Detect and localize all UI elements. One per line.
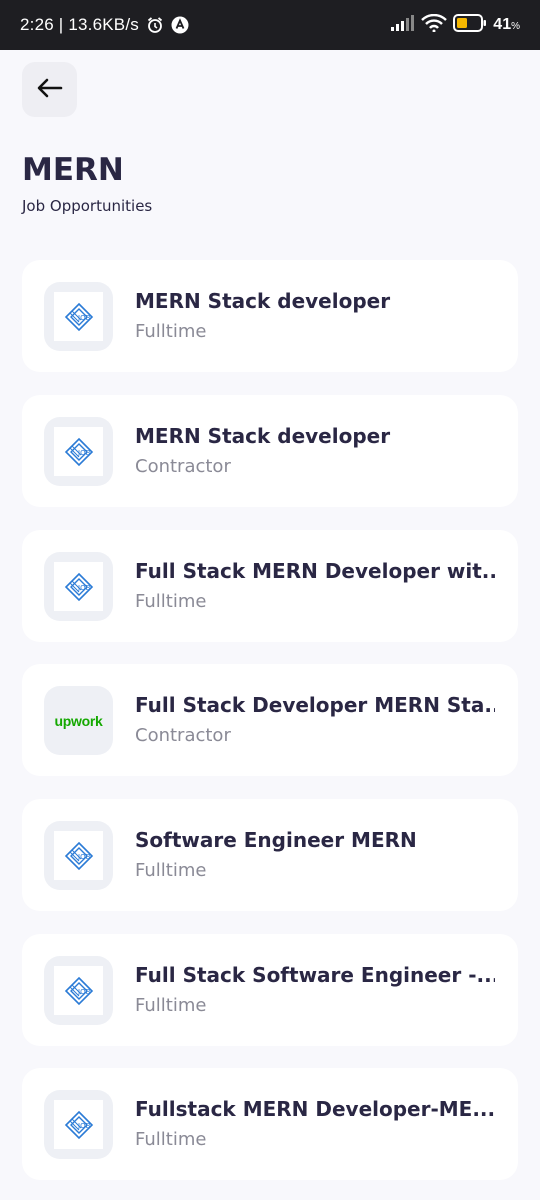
- company-logo: JOB: [44, 282, 113, 351]
- job-type: Fulltime: [135, 591, 207, 612]
- status-left: 2:26 | 13.6KB/s: [20, 0, 189, 50]
- page-subtitle: Job Opportunities: [22, 197, 153, 215]
- svg-text:JOB: JOB: [77, 988, 91, 996]
- job-type: Fulltime: [135, 1129, 207, 1150]
- app-notification-icon: [171, 16, 189, 34]
- job-card[interactable]: JOB Fullstack MERN Developer-ME... Fullt…: [22, 1068, 518, 1180]
- upwork-logo: upwork: [54, 712, 103, 729]
- company-logo: JOB: [44, 956, 113, 1025]
- job-type: Fulltime: [135, 321, 207, 342]
- job-title: Full Stack MERN Developer wit...: [135, 559, 495, 583]
- company-logo: JOB: [44, 1090, 113, 1159]
- job-card[interactable]: JOB Full Stack Software Engineer -... Fu…: [22, 934, 518, 1046]
- job-title: MERN Stack developer: [135, 289, 391, 313]
- job-title: Fullstack MERN Developer-ME...: [135, 1097, 495, 1121]
- wifi-icon: [421, 13, 448, 36]
- job-logo-icon: JOB: [54, 292, 103, 341]
- status-right: 41%: [391, 0, 520, 50]
- job-card[interactable]: JOB Software Engineer MERN Fulltime: [22, 799, 518, 911]
- job-type: Contractor: [135, 456, 231, 477]
- company-logo: JOB: [44, 552, 113, 621]
- job-card[interactable]: JOB MERN Stack developer Fulltime: [22, 260, 518, 372]
- job-logo-icon: JOB: [54, 562, 103, 611]
- svg-text:JOB: JOB: [77, 584, 91, 592]
- battery-percent: 41%: [493, 16, 520, 33]
- job-title: Full Stack Developer MERN Sta...: [135, 693, 495, 717]
- job-logo-icon: JOB: [54, 831, 103, 880]
- arrow-left-icon: [37, 78, 63, 102]
- svg-text:JOB: JOB: [77, 1122, 91, 1130]
- job-logo-icon: JOB: [54, 1100, 103, 1149]
- job-type: Fulltime: [135, 860, 207, 881]
- job-card[interactable]: JOB Full Stack MERN Developer wit... Ful…: [22, 530, 518, 642]
- svg-text:JOB: JOB: [77, 449, 91, 457]
- job-card[interactable]: JOB MERN Stack developer Contractor: [22, 395, 518, 507]
- job-title: Software Engineer MERN: [135, 828, 417, 852]
- svg-text:JOB: JOB: [77, 853, 91, 861]
- svg-text:JOB: JOB: [77, 314, 91, 322]
- job-type: Fulltime: [135, 995, 207, 1016]
- job-type: Contractor: [135, 725, 231, 746]
- job-logo-icon: JOB: [54, 966, 103, 1015]
- company-logo: upwork: [44, 686, 113, 755]
- job-title: Full Stack Software Engineer -...: [135, 963, 495, 987]
- status-bar: 2:26 | 13.6KB/s 41%: [0, 0, 540, 50]
- job-card[interactable]: upwork Full Stack Developer MERN Sta... …: [22, 664, 518, 776]
- signal-icon: [391, 15, 415, 35]
- status-time-speed: 2:26 | 13.6KB/s: [20, 15, 139, 34]
- alarm-icon: [146, 16, 164, 34]
- job-logo-icon: JOB: [54, 427, 103, 476]
- page-title: MERN: [22, 152, 124, 188]
- battery-icon: [453, 14, 487, 36]
- back-button[interactable]: [22, 62, 77, 117]
- company-logo: JOB: [44, 417, 113, 486]
- company-logo: JOB: [44, 821, 113, 890]
- job-title: MERN Stack developer: [135, 424, 391, 448]
